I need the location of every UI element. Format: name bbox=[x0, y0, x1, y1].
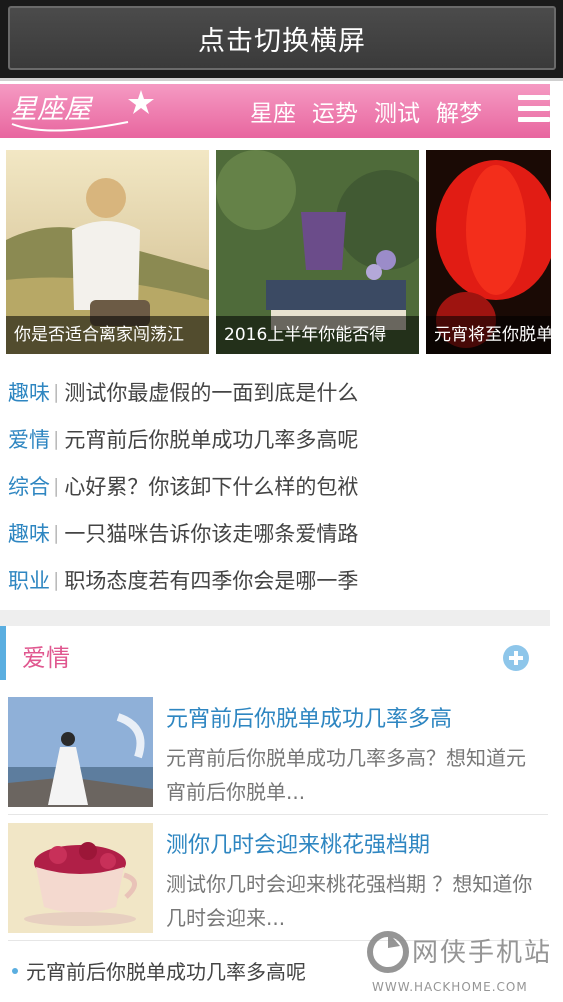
logo-text: 星座屋 bbox=[10, 94, 94, 125]
headline-item[interactable]: 趣味 | 一只猫咪告诉你该走哪条爱情路 bbox=[8, 509, 548, 556]
nav-item-xingzuo[interactable]: 星座 bbox=[250, 94, 296, 128]
article-title[interactable]: 测你几时会迎来桃花强档期 bbox=[166, 827, 430, 859]
headline-title[interactable]: 一只猫咪告诉你该走哪条爱情路 bbox=[64, 518, 358, 548]
watermark-logo-icon bbox=[367, 931, 409, 973]
headline-item[interactable]: 职业 | 职场态度若有四季你会是哪一季 bbox=[8, 556, 548, 603]
headline-item[interactable]: 趣味 | 测试你最虚假的一面到底是什么 bbox=[8, 368, 548, 415]
slide-caption: 2016上半年你能否得 bbox=[216, 316, 419, 354]
rose-petal-cup-image bbox=[8, 823, 153, 933]
article-item[interactable]: 元宵前后你脱单成功几率多高 元宵前后你脱单成功几率多高？想知道元宵前后你脱单..… bbox=[8, 697, 548, 809]
slide-caption: 你是否适合离家闯荡江 bbox=[6, 316, 209, 354]
nav-item-yunshi[interactable]: 运势 bbox=[312, 94, 358, 128]
section-divider bbox=[0, 610, 550, 626]
watermark-text: 网侠手机站 bbox=[412, 938, 553, 968]
system-bar: 点击切换横屏 bbox=[0, 0, 563, 81]
bullet-icon bbox=[12, 967, 18, 974]
article-description: 测试你几时会迎来桃花强档期 ？想知道你几时会迎来... bbox=[166, 872, 533, 930]
main-nav: 星座 运势 测试 解梦 bbox=[250, 84, 498, 138]
divider bbox=[8, 814, 548, 815]
separator: | bbox=[53, 474, 60, 497]
carousel-slide[interactable]: 你是否适合离家闯荡江 bbox=[6, 150, 209, 354]
section-accent-bar bbox=[0, 626, 6, 680]
article-thumbnail[interactable] bbox=[8, 823, 153, 933]
headline-category[interactable]: 职业 bbox=[8, 565, 50, 595]
watermark-subtext: WWW.HACKHOME.COM bbox=[372, 980, 528, 994]
headline-category[interactable]: 爱情 bbox=[8, 424, 50, 454]
separator: | bbox=[53, 427, 60, 450]
headline-category[interactable]: 趣味 bbox=[8, 518, 50, 548]
nav-item-jiemeng[interactable]: 解梦 bbox=[436, 94, 482, 128]
site-logo[interactable]: 星座屋 bbox=[8, 86, 156, 134]
list-item-title[interactable]: 元宵前后你脱单成功几率多高呢 bbox=[26, 956, 306, 985]
article-description: 元宵前后你脱单成功几率多高？想知道元宵前后你脱单... bbox=[166, 746, 526, 804]
app-header: 星座屋 星座 运势 测试 解梦 bbox=[0, 84, 550, 138]
headline-item[interactable]: 爱情 | 元宵前后你脱单成功几率多高呢 bbox=[8, 415, 548, 462]
headline-category[interactable]: 趣味 bbox=[8, 377, 50, 407]
headline-category[interactable]: 综合 bbox=[8, 471, 50, 501]
slide-caption: 元宵将至你脱单 bbox=[426, 316, 551, 354]
headline-list: 趣味 | 测试你最虚假的一面到底是什么 爱情 | 元宵前后你脱单成功几率多高呢 … bbox=[8, 368, 548, 603]
carousel-slide[interactable]: 元宵将至你脱单 bbox=[426, 150, 551, 354]
article-thumbnail[interactable] bbox=[8, 697, 153, 807]
hamburger-menu-icon[interactable] bbox=[518, 91, 550, 125]
headline-item[interactable]: 综合 | 心好累？你该卸下什么样的包袱 bbox=[8, 462, 548, 509]
separator: | bbox=[53, 380, 60, 403]
carousel-slide[interactable]: 2016上半年你能否得 bbox=[216, 150, 419, 354]
separator: | bbox=[53, 568, 60, 591]
nav-item-ceshi[interactable]: 测试 bbox=[374, 94, 420, 128]
article-item[interactable]: 测你几时会迎来桃花强档期 测试你几时会迎来桃花强档期 ？想知道你几时会迎来... bbox=[8, 823, 548, 935]
article-title[interactable]: 元宵前后你脱单成功几率多高 bbox=[166, 701, 452, 733]
watermark: 网侠手机站 WWW.HACKHOME.COM bbox=[366, 928, 558, 998]
headline-title[interactable]: 测试你最虚假的一面到底是什么 bbox=[64, 377, 358, 407]
bride-seaside-image bbox=[8, 697, 153, 807]
separator: | bbox=[53, 521, 60, 544]
plus-circle-icon[interactable] bbox=[503, 645, 529, 671]
divider bbox=[0, 78, 563, 81]
list-item[interactable]: 元宵前后你脱单成功几率多高呢 bbox=[12, 956, 306, 985]
rotate-screen-button[interactable]: 点击切换横屏 bbox=[8, 6, 556, 70]
section-title[interactable]: 爱情 bbox=[22, 638, 70, 673]
headline-title[interactable]: 心好累？你该卸下什么样的包袱 bbox=[64, 471, 358, 501]
image-carousel[interactable]: 你是否适合离家闯荡江 2016上半年你能否得 元宵将至你脱单 bbox=[6, 150, 551, 354]
headline-title[interactable]: 职场态度若有四季你会是哪一季 bbox=[64, 565, 358, 595]
headline-title[interactable]: 元宵前后你脱单成功几率多高呢 bbox=[64, 424, 358, 454]
